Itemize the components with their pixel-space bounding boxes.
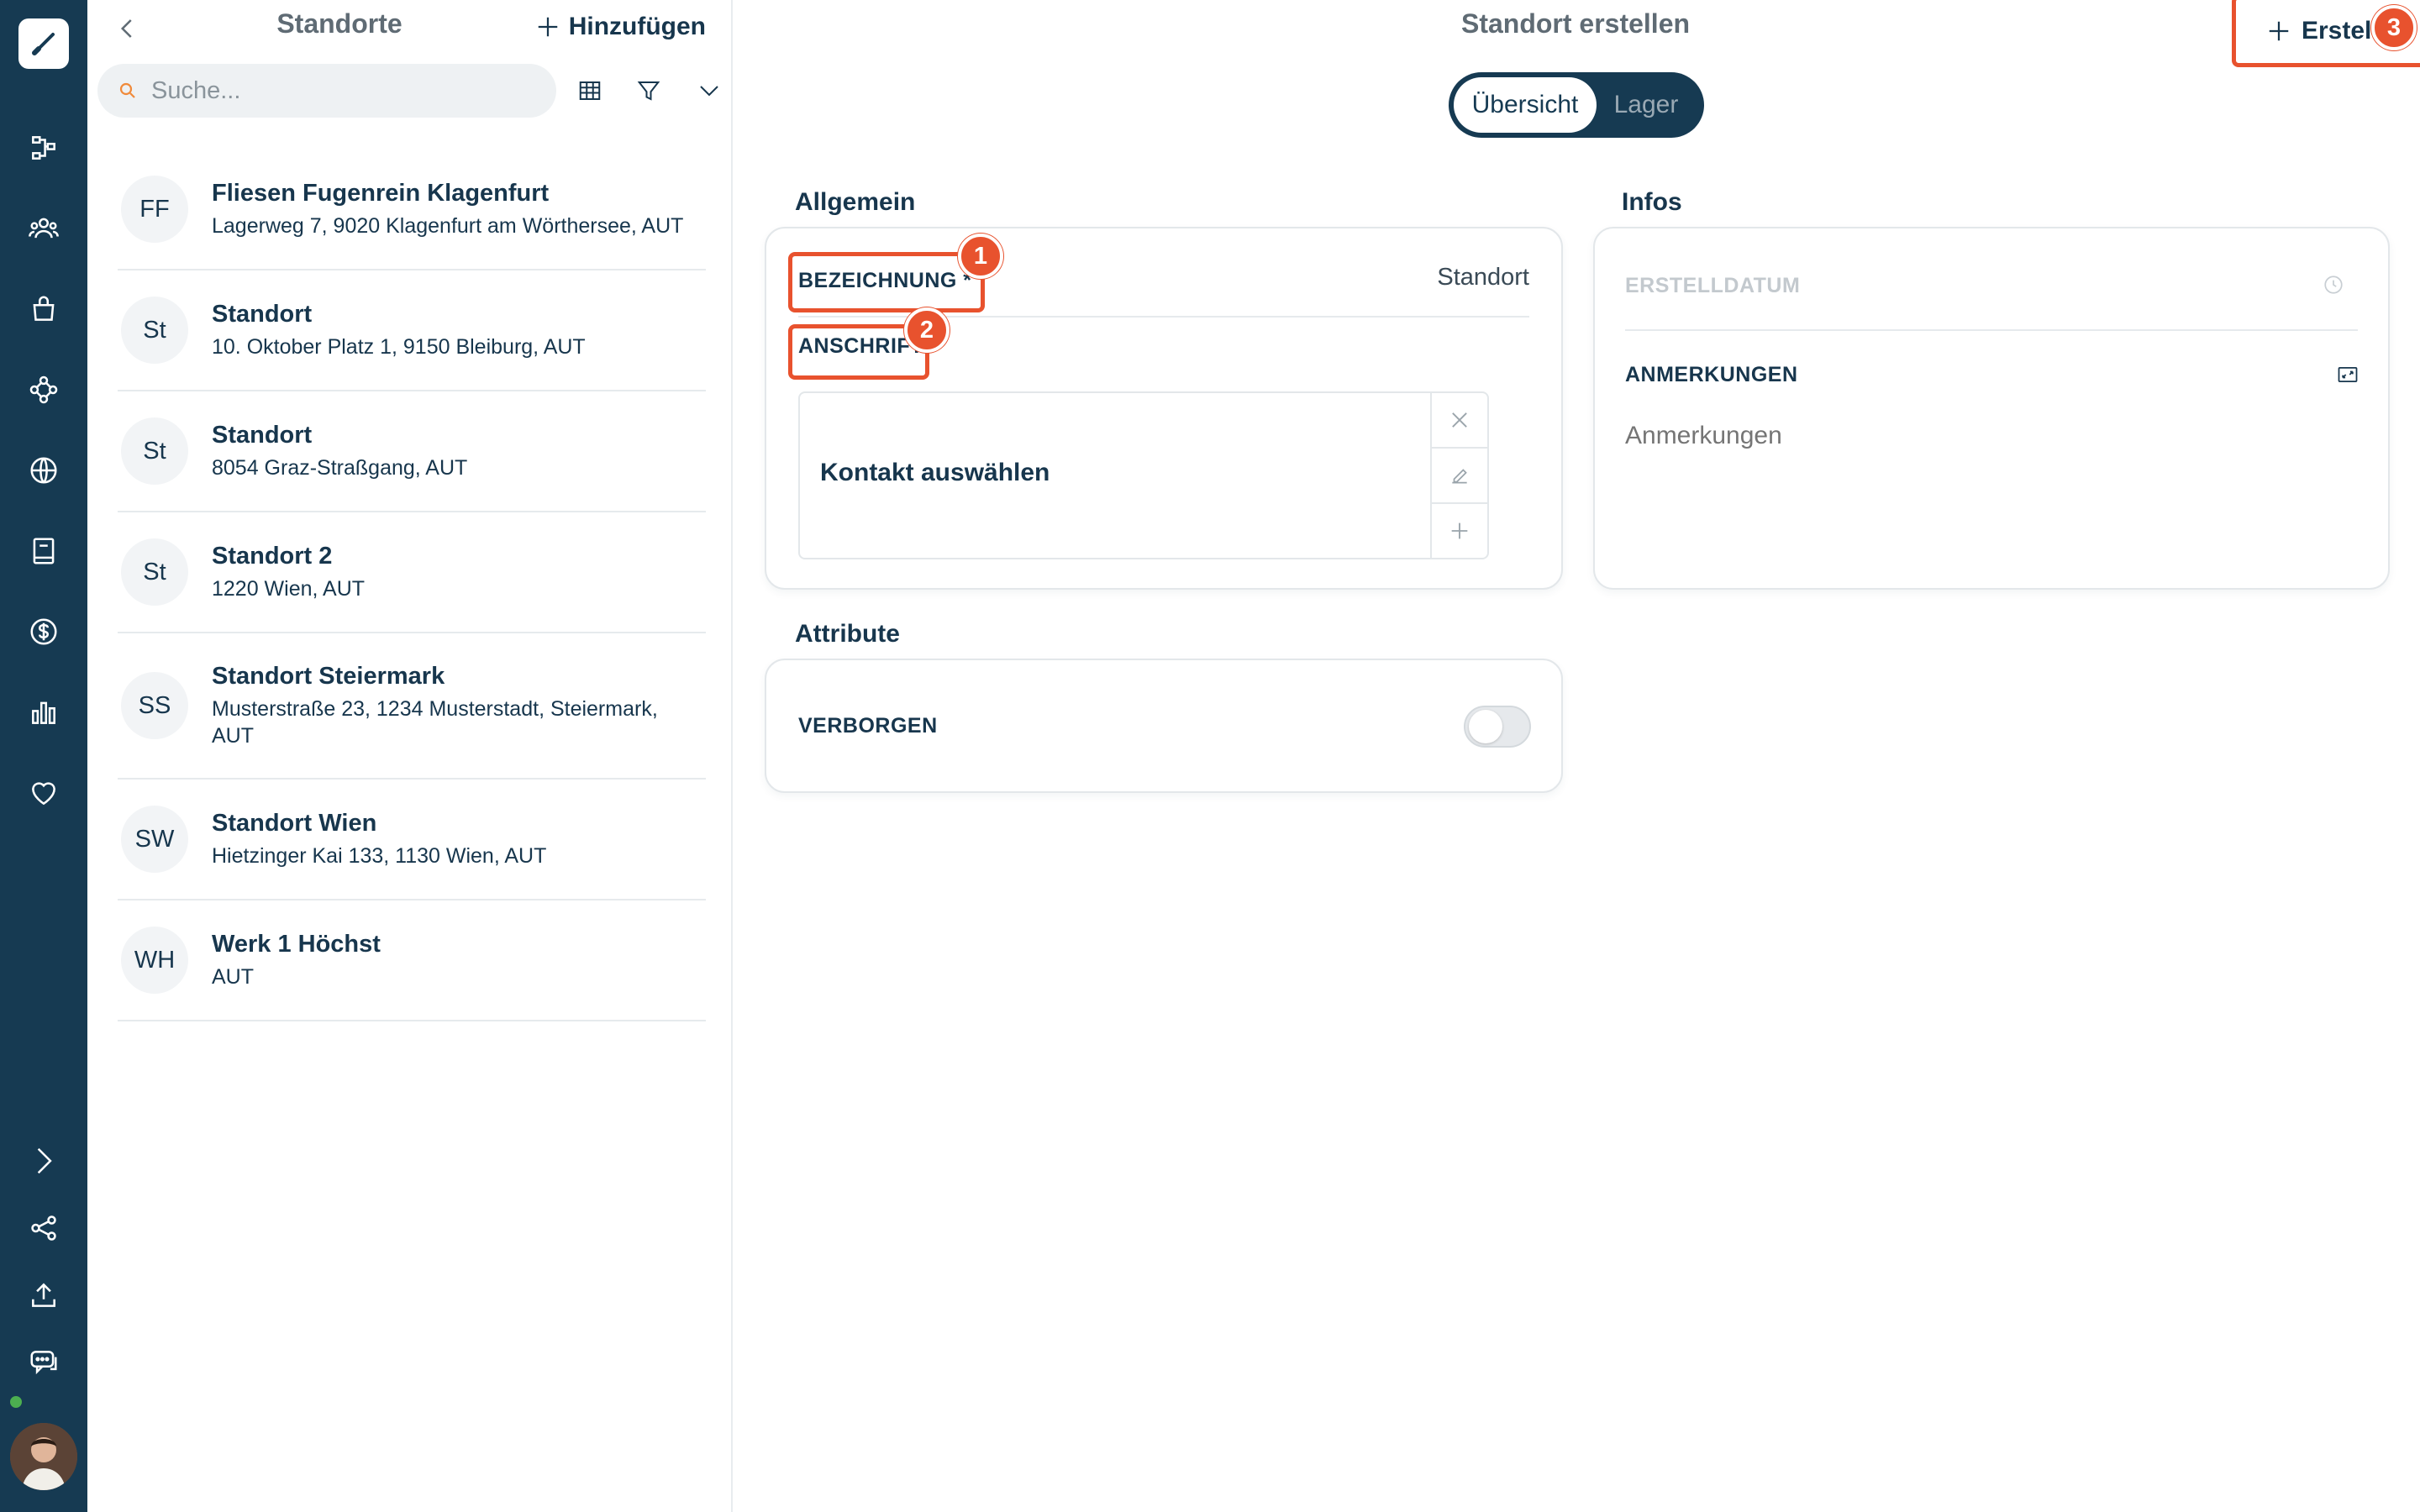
share-icon[interactable] (18, 1203, 69, 1253)
list-item[interactable]: St Standort 8054 Graz-Straßgang, AUT (118, 391, 706, 512)
item-initials-avatar: SS (121, 672, 188, 739)
item-initials-avatar: St (121, 417, 188, 485)
highlight-name-field (788, 252, 985, 312)
item-address: Lagerweg 7, 9020 Klagenfurt am Wörtherse… (212, 213, 684, 238)
step-badge-3: 3 (2371, 5, 2417, 50)
search-box (97, 64, 556, 118)
contact-selector[interactable]: Kontakt auswählen (798, 391, 1489, 559)
field-divider (1625, 329, 2358, 331)
filter-button[interactable] (629, 71, 669, 111)
item-name: Standort Wien (212, 809, 377, 837)
list-item[interactable]: SS Standort Steiermark Musterstraße 23, … (118, 633, 706, 780)
infos-card: ERSTELLDATUM ANMERKUNGEN (1593, 227, 2390, 590)
created-date-label: ERSTELLDATUM (1625, 274, 1801, 297)
list-item[interactable]: St Standort 2 1220 Wien, AUT (118, 512, 706, 633)
users-icon[interactable] (18, 203, 69, 254)
online-status-indicator (8, 1394, 24, 1410)
item-initials-avatar: WH (121, 927, 188, 994)
item-initials-avatar: St (121, 297, 188, 364)
table-view-button[interactable] (570, 71, 610, 111)
chat-icon[interactable] (18, 1337, 69, 1388)
clock-icon (2324, 276, 2343, 294)
globe-icon[interactable] (18, 445, 69, 496)
bar-chart-icon[interactable] (18, 687, 69, 738)
panel-title: Standorte (276, 8, 402, 39)
item-name: Standort (212, 300, 313, 328)
step-badge-1: 1 (958, 234, 1003, 279)
sort-dropdown-button[interactable] (689, 71, 729, 111)
item-initials-avatar: FF (121, 176, 188, 243)
list-item[interactable]: SW Standort Wien Hietzinger Kai 133, 113… (118, 780, 706, 900)
notes-label: ANMERKUNGEN (1625, 363, 1798, 386)
name-field-input[interactable] (1109, 264, 1529, 291)
chevron-down-icon (700, 86, 718, 97)
close-icon (1452, 412, 1467, 428)
item-name: Fliesen Fugenrein Klagenfurt (212, 179, 550, 207)
item-name: Standort 2 (212, 542, 333, 570)
contact-placeholder: Kontakt auswählen (820, 459, 1050, 486)
page-title: Standort erstellen (1460, 8, 1691, 39)
notes-textarea[interactable] (1625, 422, 2348, 556)
shopping-bag-icon[interactable] (18, 284, 69, 334)
step-badge-2: 2 (904, 307, 950, 353)
item-address: 10. Oktober Platz 1, 9150 Bleiburg, AUT (212, 334, 586, 359)
edit-contact-button[interactable] (1432, 449, 1487, 504)
search-icon (119, 82, 135, 98)
item-address: AUT (212, 964, 254, 989)
pencil-icon (1452, 469, 1467, 484)
filter-icon (637, 81, 660, 101)
workflow-icon[interactable] (18, 123, 69, 173)
section-attributes-title: Attribute (795, 620, 900, 648)
view-switcher: Übersicht Lager (1449, 72, 1704, 138)
clear-contact-button[interactable] (1432, 393, 1487, 449)
locations-list-panel: Standorte Hinzufügen FF Fliesen Fugenrei… (87, 0, 733, 1512)
hidden-toggle[interactable] (1464, 706, 1531, 748)
user-avatar[interactable] (10, 1423, 77, 1490)
add-location-label: Hinzufügen (568, 13, 706, 40)
item-name: Werk 1 Höchst (212, 930, 381, 958)
heart-icon[interactable] (18, 768, 69, 818)
plus-icon (538, 17, 557, 37)
list-item[interactable]: FF Fliesen Fugenrein Klagenfurt Lagerweg… (118, 150, 706, 270)
list-item[interactable]: St Standort 10. Oktober Platz 1, 9150 Bl… (118, 270, 706, 391)
logo-icon[interactable] (18, 18, 69, 69)
hidden-field-label: VERBORGEN (798, 714, 938, 738)
item-address: 8054 Graz-Straßgang, AUT (212, 455, 468, 480)
search-input[interactable] (151, 76, 521, 105)
app-sidebar (0, 0, 87, 1512)
table-icon (579, 81, 601, 100)
tab-storage[interactable]: Lager (1597, 77, 1696, 133)
plus-icon (1451, 522, 1468, 539)
tab-overview[interactable]: Übersicht (1454, 77, 1597, 133)
item-address: Hietzinger Kai 133, 1130 Wien, AUT (212, 843, 547, 868)
section-general-title: Allgemein (795, 188, 916, 216)
list-item[interactable]: WH Werk 1 Höchst AUT (118, 900, 706, 1021)
upload-icon[interactable] (18, 1270, 69, 1320)
expand-icon[interactable] (18, 1136, 69, 1186)
dollar-icon[interactable] (18, 606, 69, 657)
expand-editor-icon[interactable] (2336, 363, 2360, 386)
network-icon[interactable] (18, 365, 69, 415)
attributes-card: VERBORGEN (765, 659, 1563, 793)
item-address: Musterstraße 23, 1234 Musterstadt, Steie… (212, 696, 658, 748)
item-name: Standort Steiermark (212, 662, 445, 690)
plus-icon (2269, 21, 2289, 41)
book-icon[interactable] (18, 526, 69, 576)
item-initials-avatar: SW (121, 806, 188, 873)
item-name: Standort (212, 421, 313, 449)
locations-list: FF Fliesen Fugenrein Klagenfurt Lagerweg… (118, 150, 706, 1021)
add-contact-button[interactable] (1432, 504, 1487, 558)
contact-actions (1430, 393, 1487, 558)
add-location-button[interactable]: Hinzufügen (535, 8, 706, 45)
section-infos-title: Infos (1622, 188, 1682, 216)
item-initials-avatar: St (121, 538, 188, 606)
item-address: 1220 Wien, AUT (212, 576, 366, 601)
